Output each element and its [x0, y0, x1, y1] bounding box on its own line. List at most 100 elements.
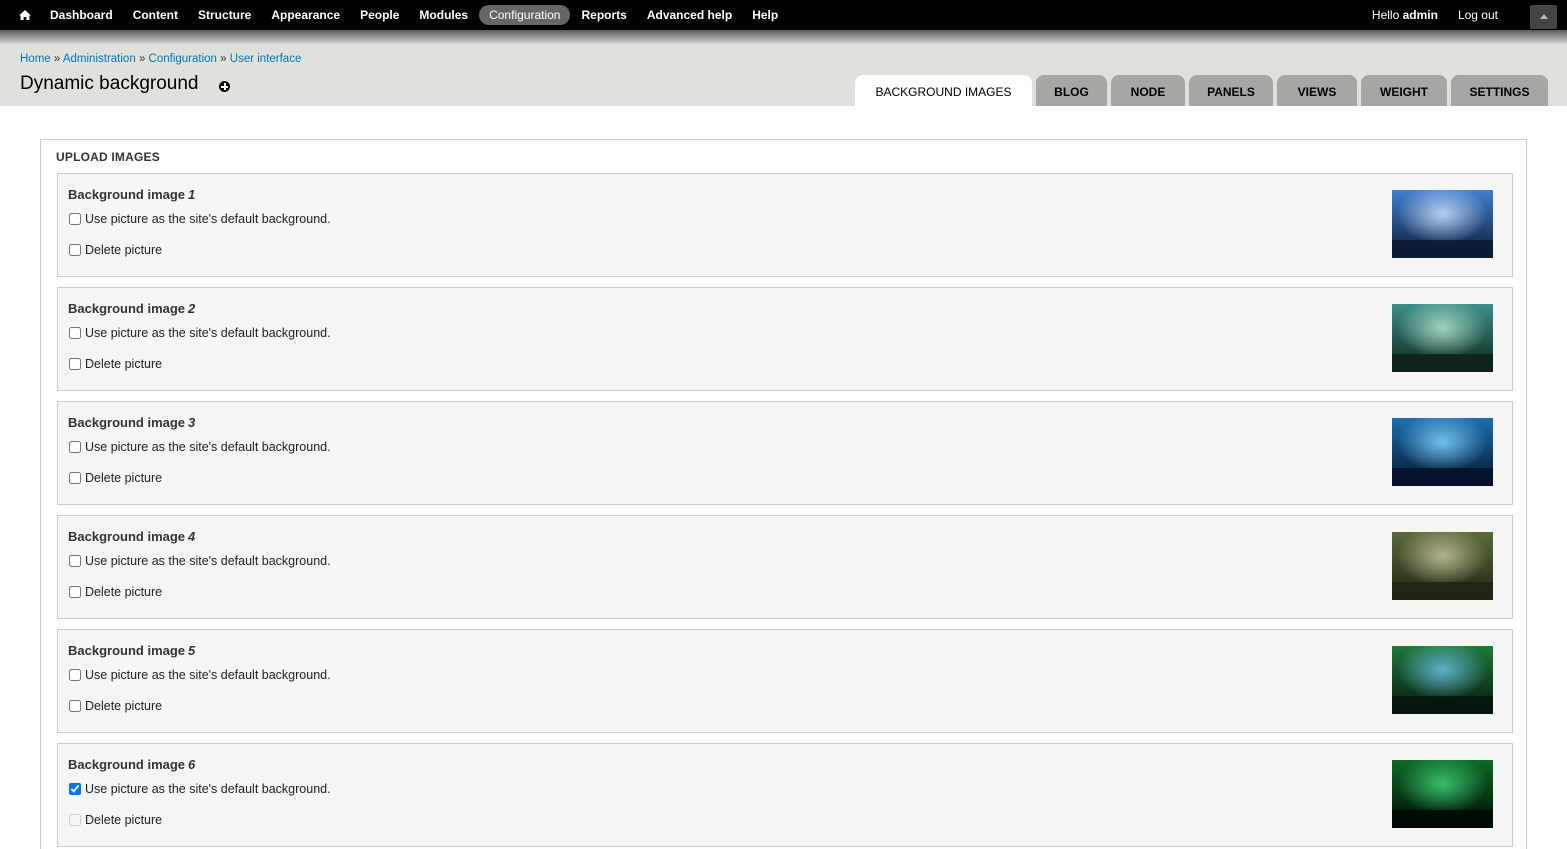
branding-header: Home » Administration » Configuration » …	[0, 44, 1567, 106]
delete-picture-checkbox	[69, 814, 81, 826]
delete-picture-option[interactable]: Delete picture	[68, 585, 162, 599]
image-number: 1	[188, 187, 196, 202]
toolbar-shadow	[0, 30, 1567, 44]
background-image-label: Background image 2	[68, 301, 195, 316]
default-background-checkbox[interactable]	[69, 327, 81, 339]
background-image-label: Background image 1	[68, 187, 195, 202]
tab-views[interactable]: VIEWS	[1277, 75, 1357, 106]
tab-weight[interactable]: WEIGHT	[1361, 75, 1447, 106]
label-text: Background image	[68, 187, 186, 202]
background-image-item: Background image 3 Use picture as the sit…	[57, 401, 1513, 505]
breadcrumb-separator: »	[53, 53, 61, 65]
background-thumbnail	[1392, 304, 1493, 372]
toolbar-item-people[interactable]: People	[350, 5, 409, 25]
default-background-checkbox[interactable]	[69, 441, 81, 453]
default-background-label: Use picture as the site's default backgr…	[85, 782, 331, 796]
default-background-label: Use picture as the site's default backgr…	[85, 668, 331, 682]
upload-images-fieldset: UPLOAD IMAGES Background image 1 Use pict…	[40, 139, 1527, 849]
tab-blog[interactable]: BLOG	[1036, 75, 1107, 106]
image-number: 3	[188, 415, 196, 430]
breadcrumb-user-interface[interactable]: User interface	[230, 53, 302, 65]
breadcrumb-separator: »	[220, 53, 227, 65]
toolbar-item-modules[interactable]: Modules	[409, 5, 478, 25]
label-text: Background image	[68, 301, 186, 316]
delete-picture-label: Delete picture	[85, 243, 163, 257]
default-background-label: Use picture as the site's default backgr…	[85, 326, 331, 340]
delete-picture-option: Delete picture	[68, 813, 162, 827]
delete-picture-label: Delete picture	[85, 699, 163, 713]
default-background-option[interactable]: Use picture as the site's default backgr…	[68, 326, 331, 340]
default-background-option[interactable]: Use picture as the site's default backgr…	[68, 554, 331, 568]
toolbar-item-appearance[interactable]: Appearance	[261, 5, 350, 25]
delete-picture-option[interactable]: Delete picture	[68, 357, 162, 371]
user-greeting[interactable]: Hello admin	[1362, 5, 1448, 25]
image-number: 4	[188, 529, 196, 544]
default-background-label: Use picture as the site's default backgr…	[85, 440, 331, 454]
background-thumbnail	[1392, 418, 1493, 486]
username: admin	[1402, 8, 1438, 22]
toolbar-drawer-toggle[interactable]	[1530, 5, 1557, 29]
background-thumbnail	[1392, 532, 1493, 600]
logout-link[interactable]: Log out	[1448, 5, 1508, 25]
background-image-item: Background image 2 Use picture as the sit…	[57, 287, 1513, 391]
default-background-option[interactable]: Use picture as the site's default backgr…	[68, 440, 331, 454]
toolbar-menu: Dashboard Content Structure Appearance P…	[40, 5, 788, 25]
toolbar-item-dashboard[interactable]: Dashboard	[40, 5, 123, 25]
delete-picture-checkbox[interactable]	[69, 358, 81, 370]
background-thumbnail	[1392, 190, 1493, 258]
home-icon[interactable]	[17, 7, 33, 23]
background-image-label: Background image 4	[68, 529, 195, 544]
breadcrumb-administration[interactable]: Administration	[63, 53, 136, 65]
background-image-item: Background image 6 Use picture as the sit…	[57, 743, 1513, 847]
default-background-option[interactable]: Use picture as the site's default backgr…	[68, 782, 331, 796]
toolbar-item-reports[interactable]: Reports	[571, 5, 636, 25]
breadcrumb-home[interactable]: Home	[20, 53, 51, 65]
label-text: Background image	[68, 643, 186, 658]
delete-picture-checkbox[interactable]	[69, 586, 81, 598]
background-image-label: Background image 6	[68, 757, 195, 772]
delete-picture-checkbox[interactable]	[69, 700, 81, 712]
delete-picture-checkbox[interactable]	[69, 244, 81, 256]
tab-settings[interactable]: SETTINGS	[1451, 75, 1548, 106]
tab-background-images[interactable]: BACKGROUND IMAGES	[855, 75, 1032, 106]
greeting-text: Hello	[1371, 8, 1403, 22]
default-background-option[interactable]: Use picture as the site's default backgr…	[68, 212, 331, 226]
breadcrumb-separator: »	[138, 53, 146, 65]
background-image-label: Background image 5	[68, 643, 195, 658]
delete-picture-label: Delete picture	[85, 585, 163, 599]
delete-picture-option[interactable]: Delete picture	[68, 471, 162, 485]
default-background-checkbox[interactable]	[69, 669, 81, 681]
delete-picture-label: Delete picture	[85, 357, 163, 371]
default-background-label: Use picture as the site's default backgr…	[85, 554, 331, 568]
default-background-option[interactable]: Use picture as the site's default backgr…	[68, 668, 331, 682]
background-thumbnail	[1392, 760, 1493, 828]
add-shortcut-icon[interactable]	[219, 81, 230, 92]
toolbar-item-content[interactable]: Content	[123, 5, 188, 25]
user-menu: Hello admin Log out	[1362, 5, 1508, 25]
toolbar-item-help[interactable]: Help	[742, 5, 788, 25]
default-background-checkbox[interactable]	[69, 555, 81, 567]
image-number: 6	[188, 757, 196, 772]
toolbar-item-structure[interactable]: Structure	[188, 5, 261, 25]
admin-toolbar: Dashboard Content Structure Appearance P…	[0, 0, 1567, 30]
delete-picture-option[interactable]: Delete picture	[68, 243, 162, 257]
label-text: Background image	[68, 529, 186, 544]
default-background-checkbox[interactable]	[69, 783, 81, 795]
default-background-checkbox[interactable]	[69, 213, 81, 225]
breadcrumb-configuration[interactable]: Configuration	[149, 53, 217, 65]
toolbar-item-configuration[interactable]: Configuration	[479, 5, 571, 25]
toolbar-item-advanced-help[interactable]: Advanced help	[637, 5, 742, 25]
delete-picture-option[interactable]: Delete picture	[68, 699, 162, 713]
delete-picture-label: Delete picture	[85, 813, 163, 827]
background-image-item: Background image 4 Use picture as the sit…	[57, 515, 1513, 619]
tab-node[interactable]: NODE	[1111, 75, 1185, 106]
background-image-item: Background image 1 Use picture as the sit…	[57, 173, 1513, 277]
label-text: Background image	[68, 415, 186, 430]
delete-picture-checkbox[interactable]	[69, 472, 81, 484]
default-background-label: Use picture as the site's default backgr…	[85, 212, 331, 226]
background-thumbnail	[1392, 646, 1493, 714]
secondary-tabs: BACKGROUND IMAGES BLOG NODE PANELS VIEWS…	[855, 75, 1552, 106]
page-title: Dynamic background	[20, 73, 199, 94]
background-image-item: Background image 5 Use picture as the sit…	[57, 629, 1513, 733]
tab-panels[interactable]: PANELS	[1189, 75, 1273, 106]
